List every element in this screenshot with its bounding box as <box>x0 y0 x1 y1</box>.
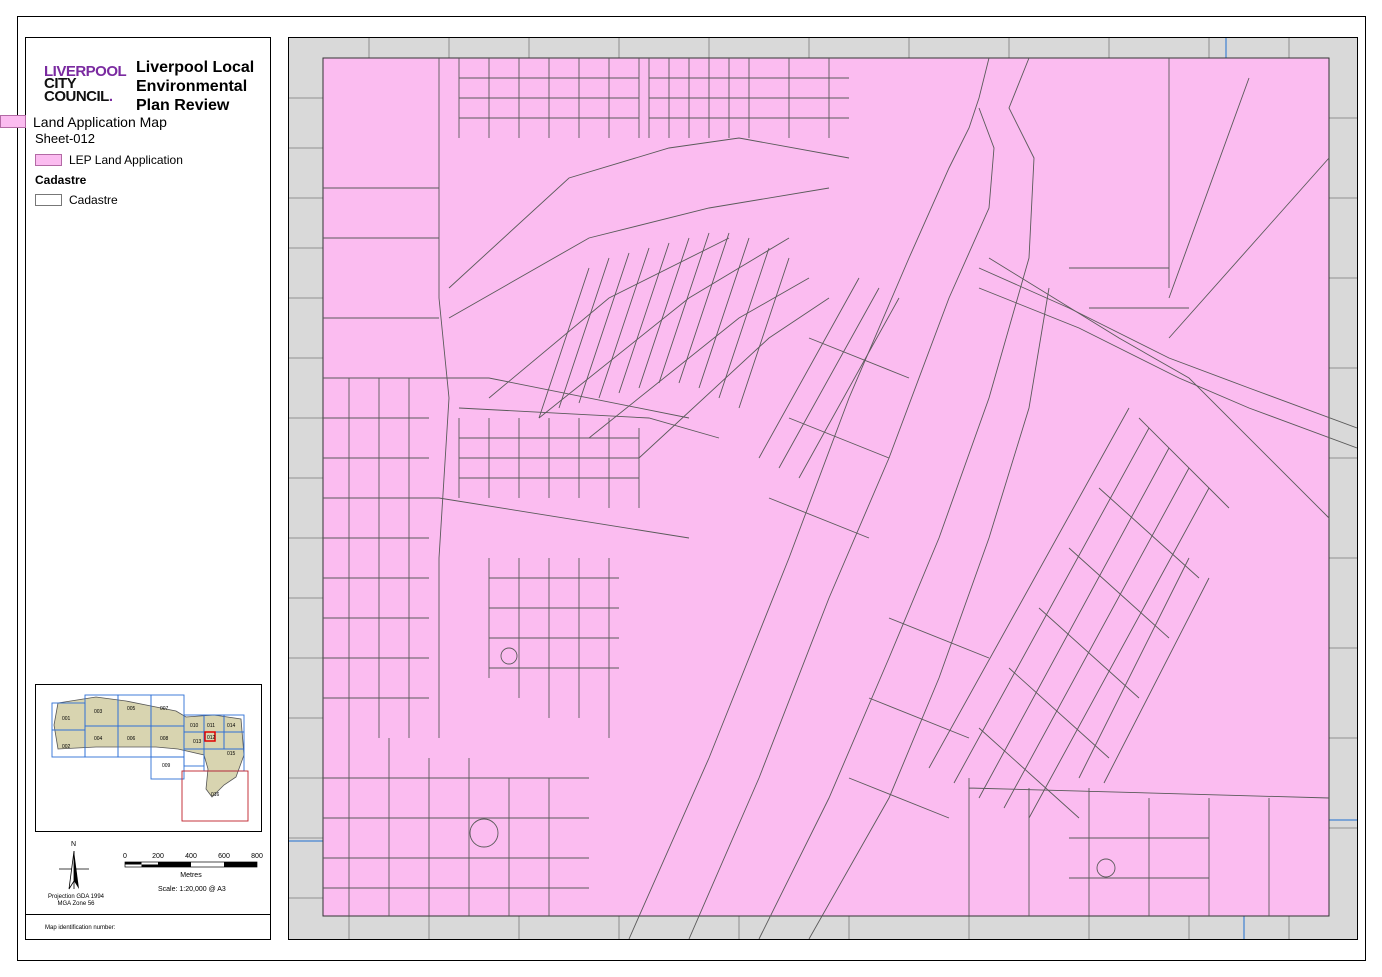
map-name-swatch <box>0 115 26 128</box>
projection-info: Projection GDA 1994 MGA Zone 56 <box>45 894 107 908</box>
sheet-label: 008 <box>160 736 169 742</box>
sheet-label: 003 <box>94 709 103 715</box>
legend-group-heading: Cadastre <box>35 173 87 187</box>
sheet-label: 015 <box>227 751 236 757</box>
sheet-label: 011 <box>207 723 215 729</box>
map-identification: Map identification number: <box>25 914 271 940</box>
land-application-swatch <box>35 154 62 166</box>
logo-line-3-text: COUNCIL <box>44 87 109 105</box>
overview-map-svg: 001 002 003 004 005 006 007 008 009 010 … <box>51 694 249 822</box>
sheet-label: 014 <box>227 723 236 729</box>
sheet-label: 006 <box>127 736 136 742</box>
sheet-label: 005 <box>127 706 136 712</box>
legend-item-cadastre: Cadastre <box>35 193 118 207</box>
legend-item-label: LEP Land Application <box>69 153 183 167</box>
legend-item-land-application: LEP Land Application <box>35 153 183 167</box>
lga-outline <box>53 696 245 798</box>
scale-tick-label: 400 <box>185 853 197 860</box>
overview-map: 001 002 003 004 005 006 007 008 009 010 … <box>35 684 262 832</box>
main-map <box>288 37 1358 940</box>
sheet-label: 002 <box>62 744 71 750</box>
scale-tick-label: 800 <box>251 853 263 860</box>
sheet-label: 007 <box>160 706 169 712</box>
north-label: N <box>71 841 76 848</box>
sheet-label: 010 <box>190 723 199 729</box>
main-map-svg <box>289 38 1357 939</box>
projection-line-2: MGA Zone 56 <box>57 901 95 907</box>
north-arrow-svg: N <box>59 841 89 890</box>
council-logo: LIVERPOOL CITY COUNCIL. <box>44 64 130 105</box>
scale-text: Scale: 1:20,000 @ A3 <box>158 886 226 893</box>
scale-tick-label: 600 <box>218 853 230 860</box>
sheet-number: Sheet-012 <box>35 131 95 146</box>
scale-tick-label: 0 <box>123 853 127 860</box>
logo-line-3: COUNCIL. <box>44 87 113 105</box>
sheet-label: 009 <box>162 763 171 769</box>
title-line-1: Liverpool Local <box>136 59 255 76</box>
title-line-3: Plan Review <box>136 97 230 114</box>
land-application-area <box>322 57 1330 917</box>
sheet-label: 012 <box>207 735 216 741</box>
cadastre-swatch <box>35 194 62 206</box>
map-name: Land Application Map <box>33 114 167 130</box>
sheet-label: 016 <box>211 792 220 798</box>
sheet-label: 013 <box>193 739 202 745</box>
scale-tick-label: 200 <box>152 853 164 860</box>
map-identification-label: Map identification number: <box>45 925 116 931</box>
legend-item-label: Cadastre <box>69 193 118 207</box>
map-title: Liverpool Local Environmental Plan Revie… <box>136 58 272 115</box>
sheet-label: 004 <box>94 736 103 742</box>
sheet-label: 001 <box>62 716 71 722</box>
north-arrow: N <box>56 839 92 893</box>
projection-line-1: Projection GDA 1994 <box>47 894 105 900</box>
scale-units: Metres <box>180 872 202 879</box>
title-line-2: Environmental <box>136 78 248 95</box>
